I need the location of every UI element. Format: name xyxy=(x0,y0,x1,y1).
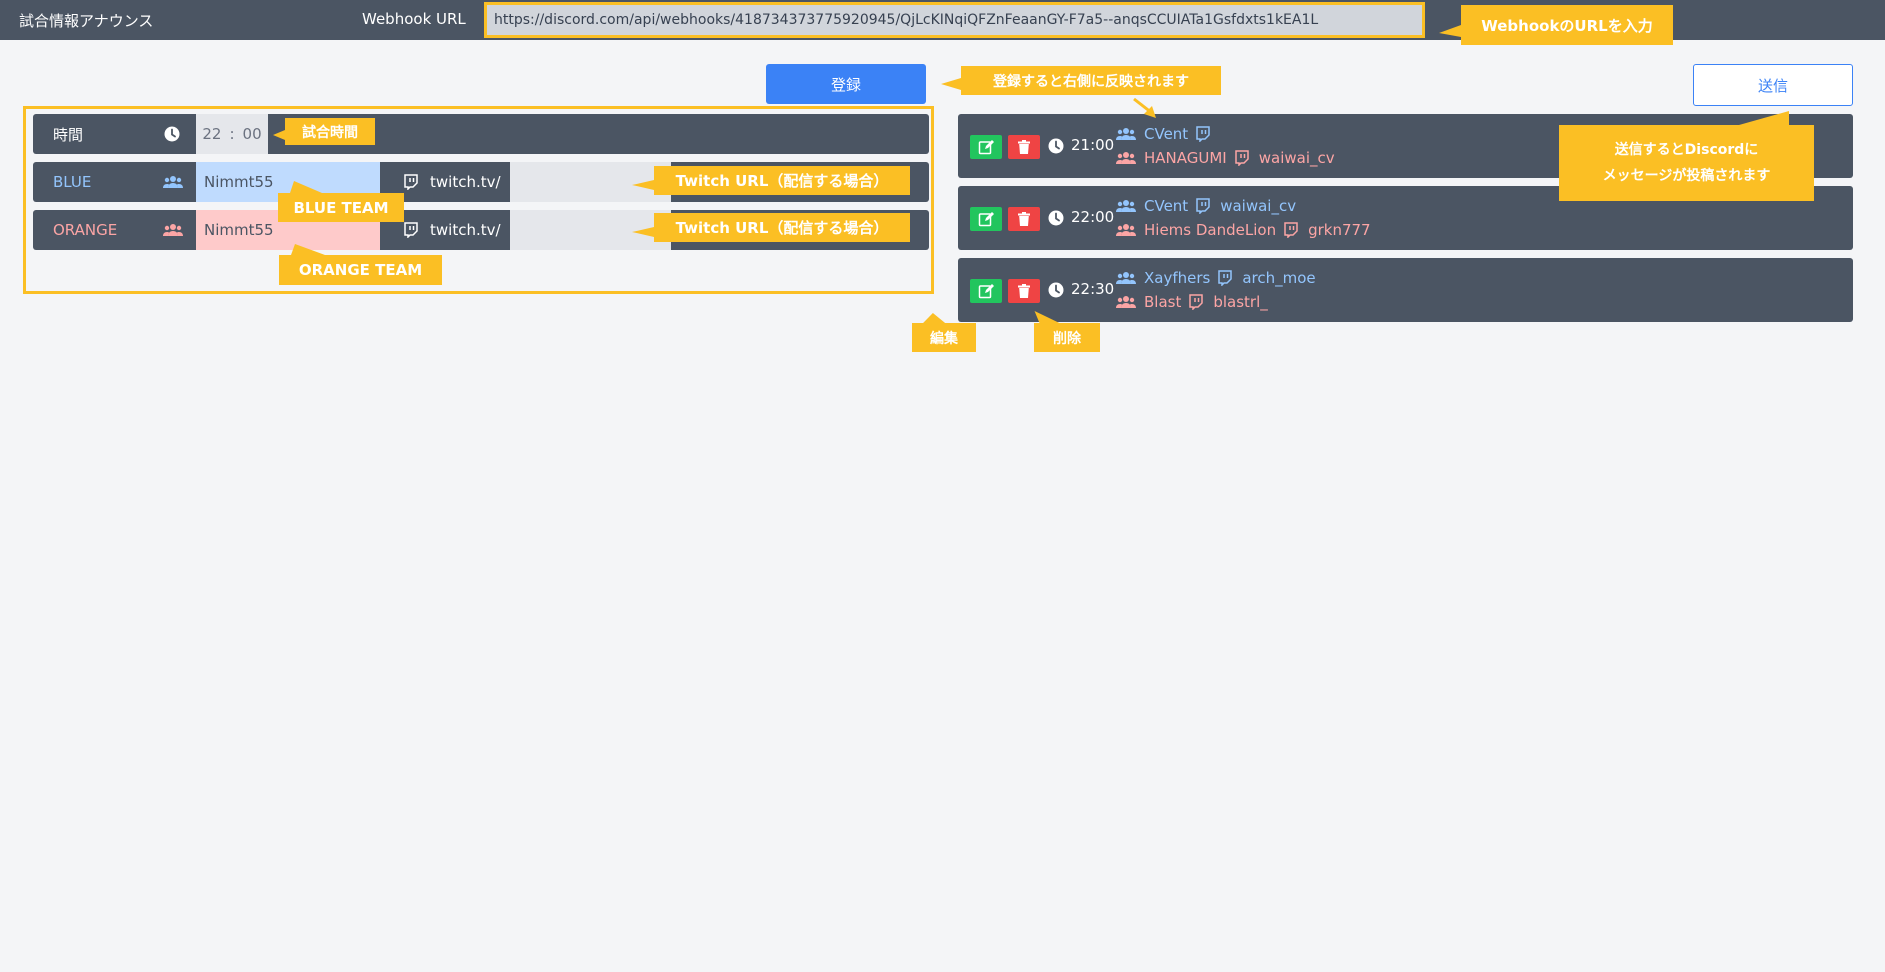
send-button[interactable]: 送信 xyxy=(1693,64,1853,106)
callout-orange-team: ORANGE TEAM xyxy=(279,244,442,285)
users-icon xyxy=(1116,272,1136,284)
trash-icon xyxy=(1018,140,1030,154)
time-input[interactable]: 22 : 00 xyxy=(196,114,268,154)
edit-button[interactable] xyxy=(970,135,1002,159)
app-title: 試合情報アナウンス xyxy=(19,12,154,30)
blue-line: CVent waiwai_cv xyxy=(1116,196,1296,216)
users-icon xyxy=(1116,296,1136,308)
users-icon xyxy=(1116,200,1136,212)
blue-line: CVent xyxy=(1116,124,1220,144)
blue-team-name: CVent xyxy=(1144,197,1189,215)
match-card: 22:30 Xayfhers arch_moe Blast blastrl_ xyxy=(958,258,1853,322)
edit-icon xyxy=(978,140,994,155)
callout-delete: 削除 xyxy=(1032,311,1100,352)
webhook-url-input[interactable]: https://discord.com/api/webhooks/4187343… xyxy=(484,2,1425,38)
clock-icon xyxy=(164,126,180,142)
time-row: 時間 22 : 00 xyxy=(33,114,929,154)
twitch-icon xyxy=(1284,222,1298,238)
orange-line: HANAGUMI waiwai_cv xyxy=(1116,148,1335,168)
trash-icon xyxy=(1018,212,1030,226)
clock-icon xyxy=(1048,138,1064,154)
orange-twitch-name: grkn777 xyxy=(1308,221,1371,239)
users-icon xyxy=(163,224,183,236)
users-icon xyxy=(1116,152,1136,164)
callout-send-hint: 送信するとDiscordに メッセージが投稿されます xyxy=(1559,111,1814,201)
edit-icon xyxy=(978,284,994,299)
orange-team-name: Blast xyxy=(1144,293,1182,311)
twitch-icon xyxy=(1234,150,1249,166)
hour-value: 22 xyxy=(202,125,222,143)
orange-twitch-name: waiwai_cv xyxy=(1258,149,1335,167)
blue-line: Xayfhers arch_moe xyxy=(1116,268,1316,288)
blue-team-name: Xayfhers xyxy=(1144,269,1211,287)
match-time: 22:30 xyxy=(1071,280,1115,298)
orange-team-name: HANAGUMI xyxy=(1144,149,1227,167)
register-hint-arrow xyxy=(1133,97,1156,118)
twitch-icon xyxy=(1189,294,1204,310)
edit-button[interactable] xyxy=(970,279,1002,303)
callout-match-time: 試合時間 xyxy=(273,118,375,145)
blue-twitch-name: arch_moe xyxy=(1242,269,1316,287)
users-icon xyxy=(1116,224,1136,236)
webhook-label: Webhook URL xyxy=(362,10,466,28)
callout-blue-team: BLUE TEAM xyxy=(278,181,404,222)
delete-button[interactable] xyxy=(1008,207,1040,231)
match-form: 時間 22 : 00 BLUE Nimmt55 twitch.tv/ ORANG… xyxy=(23,106,934,294)
twitch-icon xyxy=(1196,198,1210,214)
delete-button[interactable] xyxy=(1008,279,1040,303)
callout-webhook: WebhookのURLを入力 xyxy=(1439,5,1673,45)
twitch-icon xyxy=(404,174,418,190)
callout-twitch-url-blue: Twitch URL（配信する場合） xyxy=(632,166,910,195)
callout-twitch-url-orange: Twitch URL（配信する場合） xyxy=(632,213,910,242)
edit-icon xyxy=(978,212,994,227)
blue-team-name: CVent xyxy=(1144,125,1189,143)
orange-twitch-name: blastrl_ xyxy=(1213,293,1268,311)
orange-team-name: Hiems DandeLion xyxy=(1144,221,1277,239)
trash-icon xyxy=(1018,284,1030,298)
callout-register-hint: 登録すると右側に反映されます xyxy=(941,66,1221,95)
match-time: 21:00 xyxy=(1071,136,1115,154)
blue-twitch-name: waiwai_cv xyxy=(1220,197,1297,215)
orange-line: Blast blastrl_ xyxy=(1116,292,1268,312)
time-separator: : xyxy=(229,125,235,143)
twitch-icon xyxy=(404,222,418,238)
users-icon xyxy=(1116,128,1136,140)
callout-edit: 編集 xyxy=(912,313,976,352)
orange-line: Hiems DandeLion grkn777 xyxy=(1116,220,1371,240)
delete-button[interactable] xyxy=(1008,135,1040,159)
match-time: 22:00 xyxy=(1071,208,1115,226)
users-icon xyxy=(163,176,183,188)
register-button[interactable]: 登録 xyxy=(766,64,926,104)
twitch-icon xyxy=(1196,126,1210,142)
minute-value: 00 xyxy=(242,125,262,143)
edit-button[interactable] xyxy=(970,207,1002,231)
clock-icon xyxy=(1048,210,1064,226)
twitch-icon xyxy=(1218,270,1233,286)
clock-icon xyxy=(1048,282,1064,298)
